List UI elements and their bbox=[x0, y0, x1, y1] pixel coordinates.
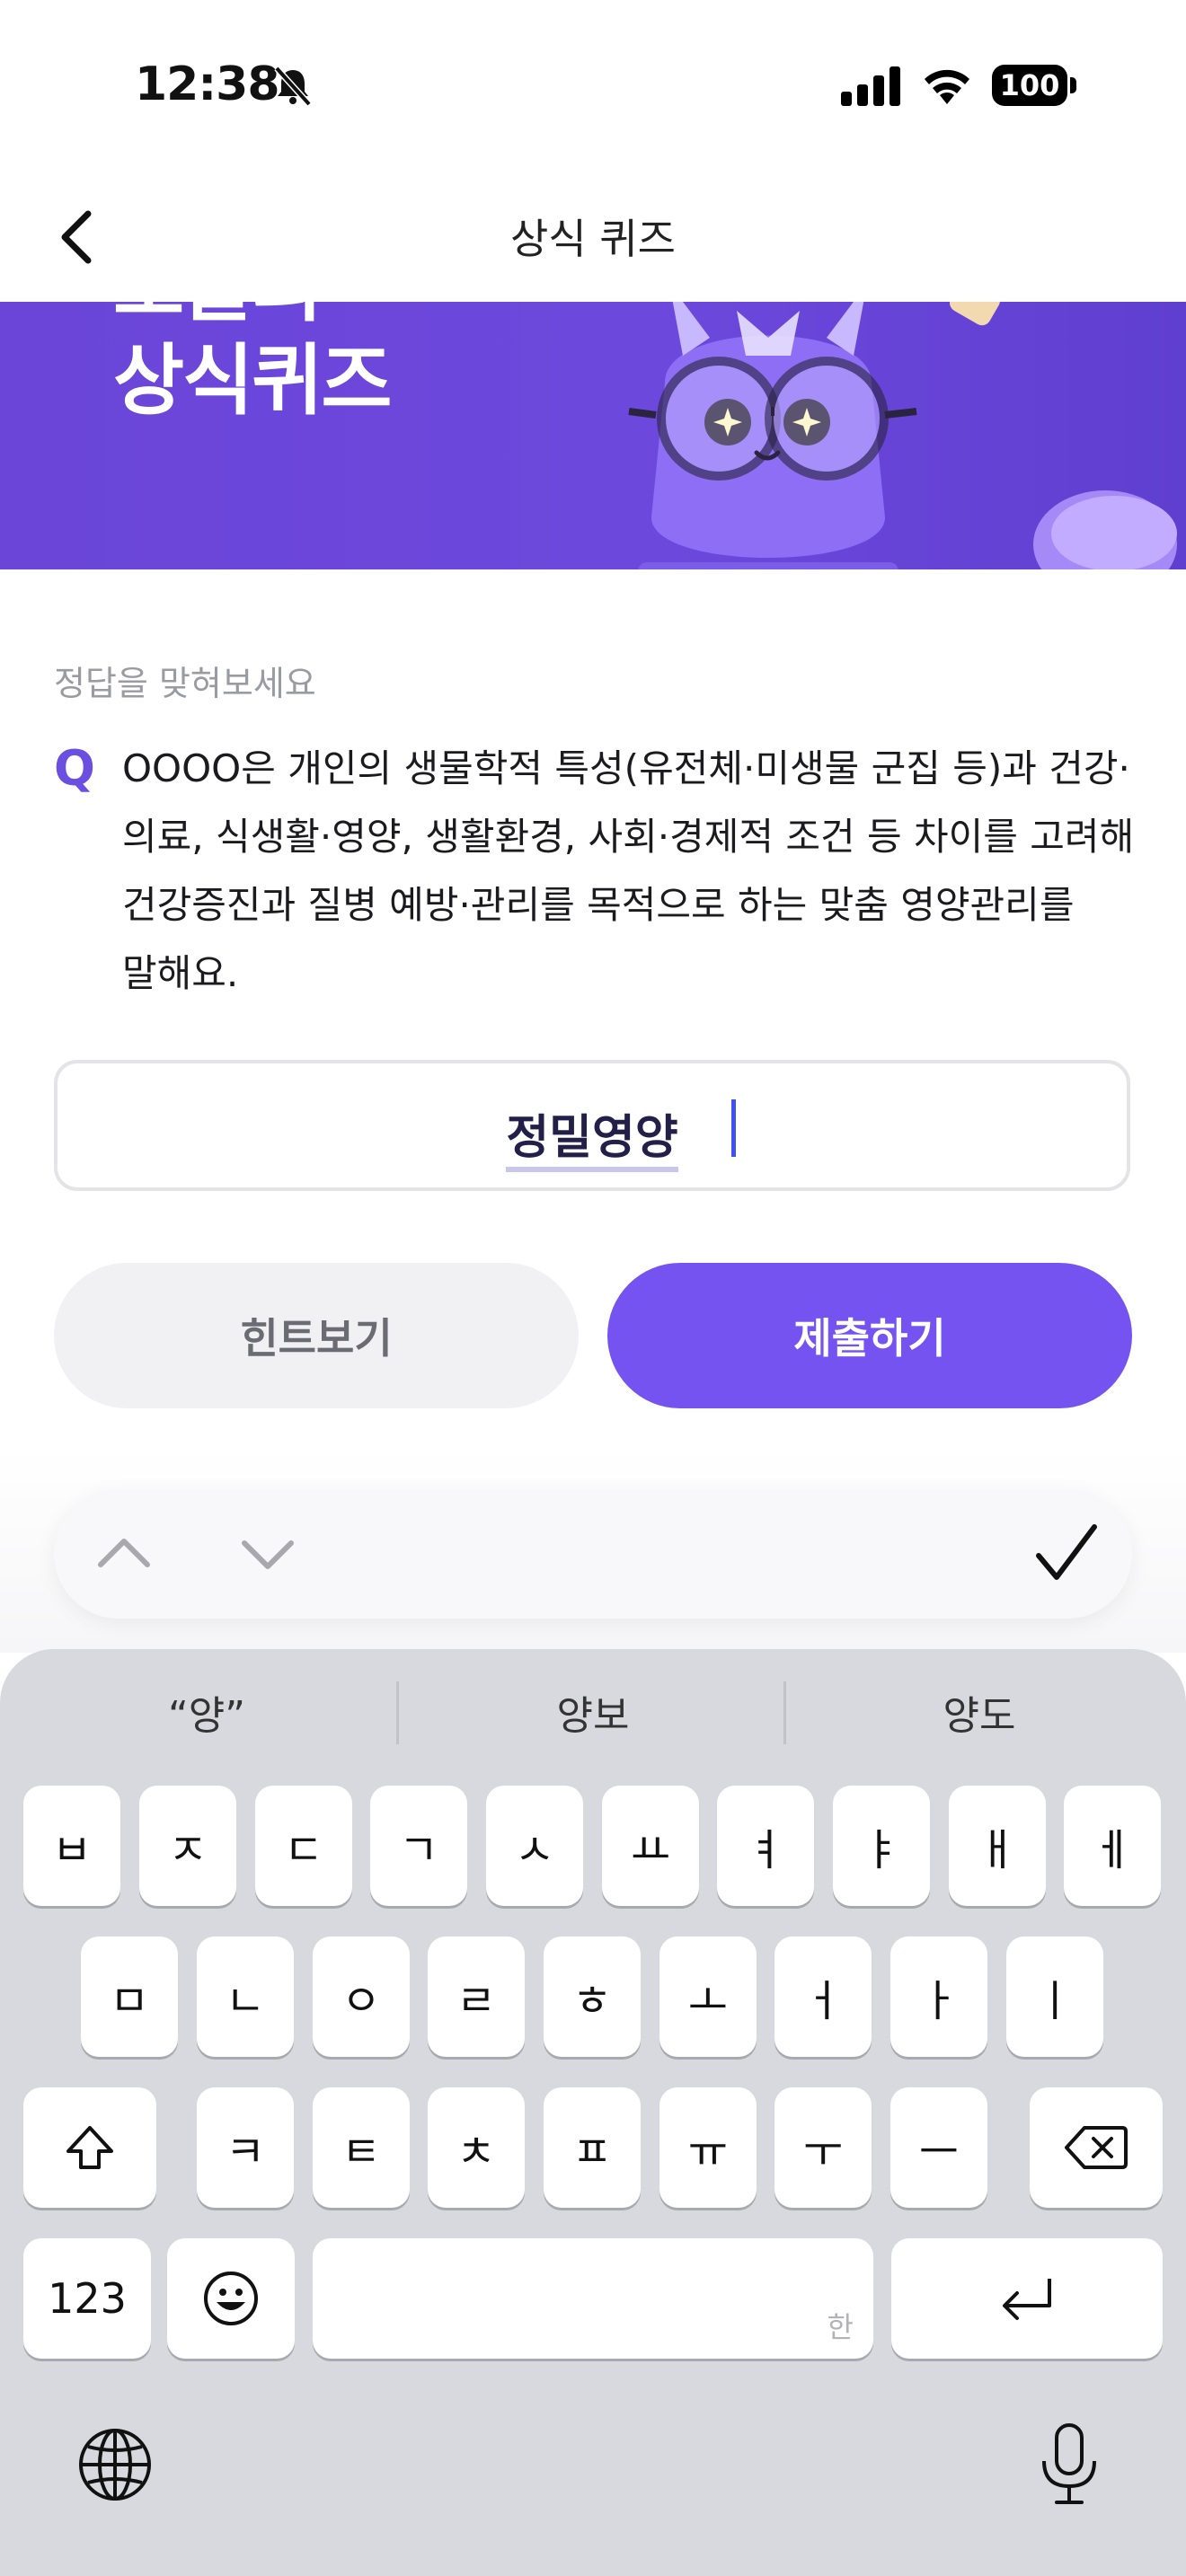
key[interactable]: ㅌ bbox=[313, 2087, 410, 2208]
key[interactable]: ㅎ bbox=[544, 1936, 641, 2057]
key[interactable]: ㅇ bbox=[313, 1936, 410, 2057]
return-key[interactable] bbox=[891, 2238, 1163, 2359]
suggestion-2[interactable]: 양보 bbox=[404, 1683, 782, 1741]
battery-level: 100 bbox=[992, 65, 1067, 106]
checkmark-icon[interactable] bbox=[1026, 1514, 1105, 1593]
key[interactable]: ㅡ bbox=[890, 2087, 987, 2208]
wifi-icon bbox=[925, 69, 969, 104]
input-accessory-toolbar bbox=[54, 1489, 1132, 1619]
key[interactable]: ㅅ bbox=[486, 1786, 583, 1906]
key[interactable]: ㅂ bbox=[23, 1786, 120, 1906]
numbers-key[interactable]: 123 bbox=[23, 2238, 151, 2359]
delete-icon bbox=[1065, 2126, 1128, 2169]
microphone-icon[interactable] bbox=[1033, 2422, 1105, 2508]
quiz-prompt: 정답을 맞혀보세요 bbox=[54, 664, 316, 703]
key[interactable]: ㅏ bbox=[890, 1936, 987, 2057]
key[interactable]: ㅛ bbox=[602, 1786, 699, 1906]
suggestion-1[interactable]: “양” bbox=[18, 1683, 395, 1741]
question-marker: Q bbox=[54, 740, 95, 797]
page-title: 상식 퀴즈 bbox=[510, 215, 676, 263]
banner-title: 오늘의 상식퀴즈 bbox=[113, 302, 392, 426]
bell-slash-icon bbox=[274, 66, 312, 107]
space-key[interactable]: 한 bbox=[313, 2238, 873, 2359]
key[interactable]: ㅠ bbox=[659, 2087, 757, 2208]
shift-key[interactable] bbox=[23, 2087, 156, 2208]
answer-value: 정밀영양 bbox=[506, 1111, 678, 1172]
key[interactable]: ㅋ bbox=[197, 2087, 294, 2208]
battery-indicator: 100 bbox=[992, 65, 1078, 106]
key[interactable]: ㄷ bbox=[255, 1786, 352, 1906]
suggestion-3[interactable]: 양도 bbox=[791, 1683, 1168, 1741]
shift-icon bbox=[66, 2126, 113, 2169]
key[interactable]: ㄹ bbox=[428, 1936, 525, 2057]
key[interactable]: ㅗ bbox=[659, 1936, 757, 2057]
submit-button[interactable]: 제출하기 bbox=[607, 1263, 1132, 1408]
key[interactable]: ㅁ bbox=[81, 1936, 178, 2057]
status-time: 12:38 bbox=[135, 57, 280, 111]
hint-button[interactable]: 힌트보기 bbox=[54, 1263, 579, 1408]
key[interactable]: ㄱ bbox=[370, 1786, 467, 1906]
key[interactable]: ㅈ bbox=[139, 1786, 236, 1906]
language-hint: 한 bbox=[827, 2310, 854, 2344]
key[interactable]: ㅓ bbox=[774, 1936, 872, 2057]
key[interactable]: ㄴ bbox=[197, 1936, 294, 2057]
navigation-bar: 상식 퀴즈 bbox=[0, 171, 1186, 302]
emoji-icon bbox=[204, 2272, 258, 2325]
chevron-down-icon[interactable] bbox=[234, 1520, 302, 1588]
rabbit-mascot-illustration bbox=[628, 302, 1177, 569]
question-text: OOOO은 개인의 생물학적 특성(유전체·미생물 군집 등)과 건강·의료, … bbox=[122, 746, 1135, 995]
chevron-up-icon[interactable] bbox=[90, 1520, 158, 1588]
key[interactable]: ㅣ bbox=[1006, 1936, 1103, 2057]
key[interactable]: ㅕ bbox=[717, 1786, 814, 1906]
quiz-banner: 오늘의 상식퀴즈 bbox=[0, 302, 1186, 569]
key[interactable]: ㅔ bbox=[1064, 1786, 1161, 1906]
emoji-key[interactable] bbox=[167, 2238, 295, 2359]
return-icon bbox=[1003, 2279, 1051, 2320]
cellular-signal-icon bbox=[841, 66, 900, 106]
status-bar: 12:38 100 bbox=[0, 0, 1186, 171]
key[interactable]: ㅐ bbox=[949, 1786, 1046, 1906]
key[interactable]: ㅜ bbox=[774, 2087, 872, 2208]
korean-keyboard: “양” 양보 양도 ㅂ ㅈ ㄷ ㄱ ㅅ ㅛ ㅕ ㅑ ㅐ ㅔ ㅁ ㄴ ㅇ ㄹ ㅎ … bbox=[0, 1649, 1186, 2576]
key[interactable]: ㅊ bbox=[428, 2087, 525, 2208]
key[interactable]: ㅑ bbox=[833, 1786, 930, 1906]
globe-icon[interactable] bbox=[75, 2425, 155, 2504]
key[interactable]: ㅍ bbox=[544, 2087, 641, 2208]
answer-input[interactable]: 정밀영양 bbox=[54, 1060, 1130, 1191]
delete-key[interactable] bbox=[1030, 2087, 1163, 2208]
text-caret bbox=[731, 1099, 736, 1157]
